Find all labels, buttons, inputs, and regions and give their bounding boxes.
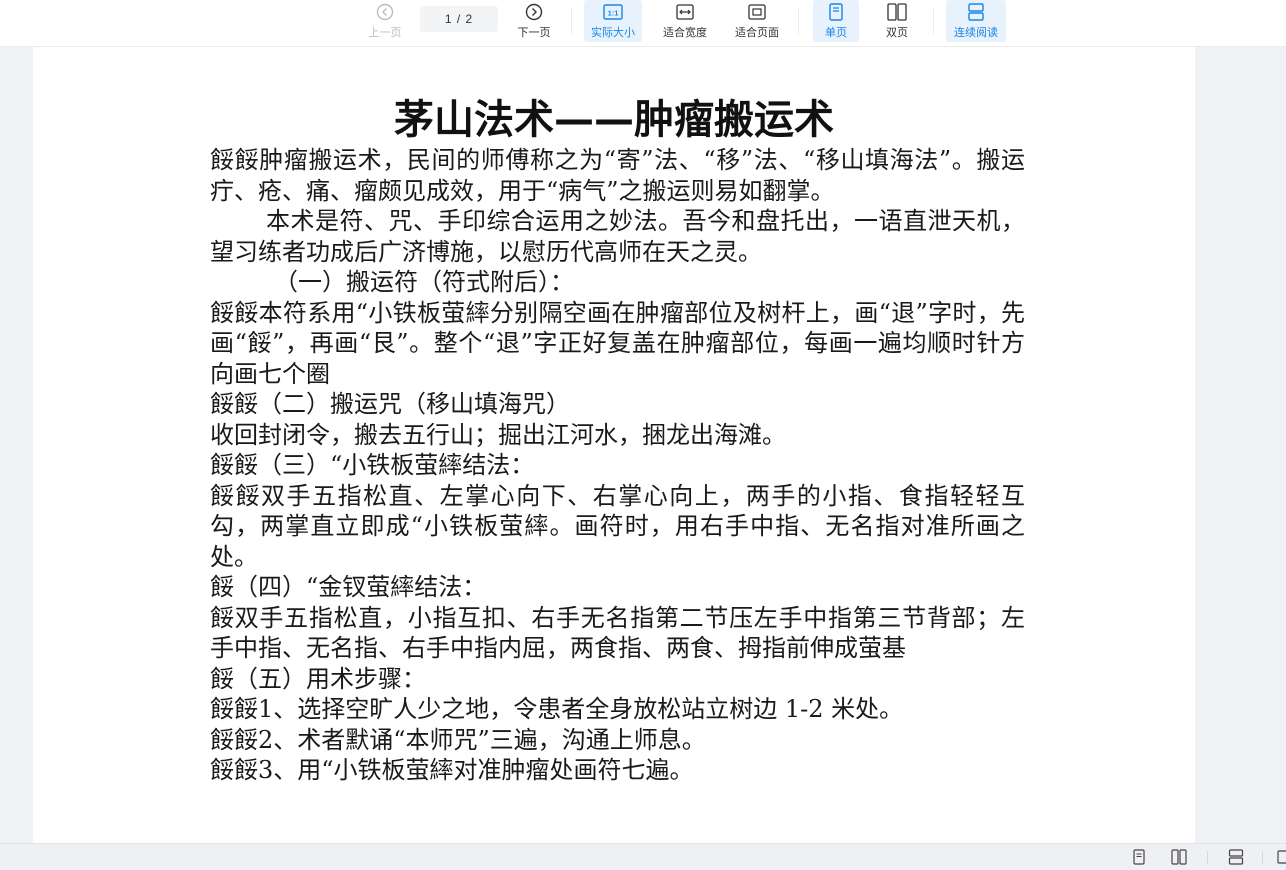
single-page-button[interactable]: 单页 (813, 0, 859, 42)
next-page-label: 下一页 (517, 27, 551, 39)
double-page-label: 双页 (886, 27, 908, 39)
fit-width-icon (676, 2, 694, 22)
paragraph: 餒餒1、选择空旷人少之地，令患者全身放松站立树边 1-2 米处。 (210, 695, 904, 723)
chevron-right-circle-icon (525, 2, 543, 22)
status-bar (0, 843, 1286, 870)
actual-size-label: 实际大小 (591, 27, 635, 39)
chevron-left-circle-icon (376, 2, 394, 22)
single-page-icon (829, 2, 843, 22)
paragraph: 餒餒（二）搬运咒（移山填海咒） (210, 390, 570, 418)
document-page: 茅山法术——肿瘤搬运术 餒餒肿瘤搬运术，民间的师傅称之为“寄”法、“移”法、“移… (33, 47, 1195, 843)
actual-size-button[interactable]: 1:1 实际大小 (584, 0, 642, 42)
paragraph: （一）搬运符（符式附后）： (274, 268, 574, 296)
fit-width-label: 适合宽度 (663, 27, 707, 39)
paragraph: 餒餒本符系用“小铁板萤繂分别隔空画在肿瘤部位及树杆上，画“退”字时，先画“餒”，… (210, 298, 1025, 388)
continuous-reading-button[interactable]: 连续阅读 (946, 0, 1006, 42)
single-page-icon[interactable] (1131, 849, 1147, 865)
toolbar-divider (933, 8, 934, 34)
double-page-button[interactable]: 双页 (874, 0, 920, 42)
paragraph: 餒双手五指松直，小指互扣、右手无名指第二节压左手中指第三节背部；左手中指、无名指… (210, 603, 1025, 663)
single-page-label: 单页 (825, 27, 847, 39)
status-divider (1262, 851, 1263, 864)
paragraph: 餒（五）用术步骤： (210, 664, 426, 693)
next-page-button[interactable]: 下一页 (513, 0, 555, 42)
fit-page-label: 适合页面 (735, 27, 779, 39)
fit-width-button[interactable]: 适合宽度 (658, 0, 712, 42)
paragraph: 餒餒2、术者默诵“本师咒”三遍，沟通上师息。 (210, 725, 706, 754)
double-page-icon (887, 2, 907, 22)
panel-toggle-icon[interactable] (1276, 849, 1286, 865)
paragraph: 餒（四）“金钗萤繂结法： (210, 573, 487, 601)
paragraph: 收回封闭令，搬去五行山；掘出江河水，捆龙出海滩。 (210, 420, 786, 449)
viewer-toolbar: 上一页 1 / 2 下一页 1:1 实际大小 适合宽度 适合页面 单页 双页 连… (0, 0, 1286, 47)
paragraph: 餒餒（三）“小铁板萤繂结法： (210, 451, 535, 479)
status-divider (1207, 851, 1208, 864)
double-page-icon[interactable] (1171, 849, 1187, 865)
fit-page-icon (748, 2, 766, 22)
toolbar-divider (798, 8, 799, 34)
paragraph: 本术是符、咒、手印综合运用之妙法。吾今和盘托出，一语直泄天机，望习练者功成后广济… (210, 207, 1025, 266)
fit-page-button[interactable]: 适合页面 (730, 0, 784, 42)
actual-size-icon: 1:1 (603, 2, 623, 22)
continuous-scroll-icon (967, 2, 985, 22)
document-body: 餒餒肿瘤搬运术，民间的师傅称之为“寄”法、“移”法、“移山填海法”。搬运疔、疮、… (210, 145, 1025, 786)
actual-size-icon-text: 1:1 (608, 9, 619, 18)
document-title: 茅山法术——肿瘤搬运术 (394, 97, 834, 143)
paragraph: 餒餒双手五指松直、左掌心向下、右掌心向上，两手的小指、食指轻轻互勾，两掌直立即成… (210, 481, 1025, 571)
paragraph: 餒餒3、用“小铁板萤繂对准肿瘤处画符七遍。 (210, 756, 694, 784)
continuous-reading-label: 连续阅读 (954, 27, 998, 39)
toolbar-divider (571, 8, 572, 34)
page-number-input[interactable]: 1 / 2 (420, 6, 498, 32)
paragraph: 餒餒肿瘤搬运术，民间的师傅称之为“寄”法、“移”法、“移山填海法”。搬运疔、疮、… (210, 146, 1025, 205)
prev-page-label: 上一页 (368, 27, 402, 39)
prev-page-button[interactable]: 上一页 (364, 0, 406, 42)
continuous-scroll-icon[interactable] (1228, 849, 1244, 865)
